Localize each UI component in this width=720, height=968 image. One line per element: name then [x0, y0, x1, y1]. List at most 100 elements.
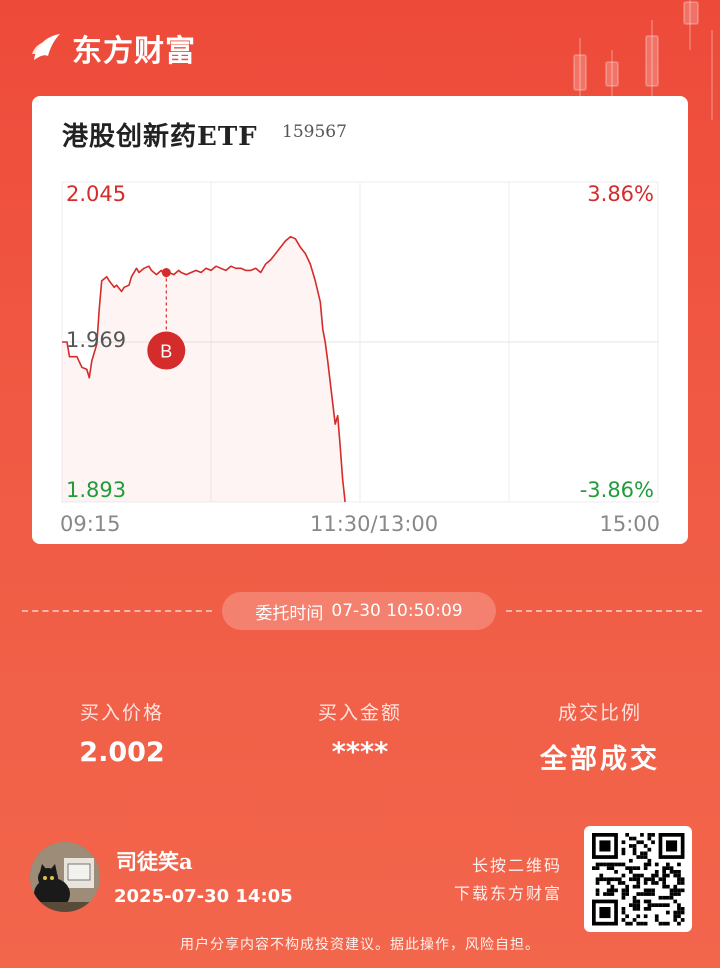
qr-module — [636, 892, 641, 896]
qr-module — [636, 884, 641, 889]
qr-module — [654, 918, 659, 922]
qr-module — [673, 910, 678, 915]
qr-module — [640, 851, 644, 856]
qr-module — [632, 851, 637, 856]
qr-module — [680, 910, 685, 915]
qr-module — [666, 862, 670, 867]
avatar[interactable] — [30, 842, 100, 912]
qr-tip-line2: 下载东方财富 — [453, 884, 562, 903]
qr-module — [614, 888, 618, 893]
qr-module — [647, 833, 652, 837]
qr-module — [662, 884, 666, 889]
buy-marker-label: B — [160, 342, 172, 362]
stock-chart-card[interactable]: B 港股创新药ETF 159567 2.045 1.969 1.893 3.86… — [32, 96, 688, 544]
qr-module — [629, 836, 633, 841]
qr-module — [621, 918, 626, 922]
qr-module — [621, 881, 626, 885]
qr-module — [647, 862, 652, 867]
qr-module — [643, 866, 648, 870]
qr-module — [640, 892, 644, 896]
qr-module — [636, 840, 641, 845]
qr-module — [662, 895, 666, 900]
qr-module — [677, 892, 681, 896]
qr-module — [606, 866, 611, 870]
qr-module — [595, 862, 600, 867]
qr-module — [662, 866, 666, 870]
qr-module — [621, 888, 626, 893]
qr-module — [617, 881, 622, 885]
qr-module — [643, 862, 648, 867]
qr-module — [662, 870, 666, 874]
qr-module — [629, 866, 633, 870]
qr-module — [606, 892, 611, 896]
qr-module — [632, 847, 637, 852]
qr-module — [662, 877, 666, 882]
qr-module — [680, 888, 685, 893]
order-time-value: 07-30 10:50:09 — [331, 601, 463, 621]
qr-module — [625, 884, 629, 889]
qr-finder-pattern — [599, 907, 611, 919]
download-qr-code[interactable] — [584, 826, 692, 932]
qr-module — [673, 899, 678, 904]
qr-module — [647, 877, 652, 882]
brand-logo: 东方财富 — [28, 26, 196, 70]
share-datetime: 2025-07-30 14:05 — [114, 886, 293, 907]
x-tick-midday: 11:30/13:00 — [310, 512, 439, 536]
qr-module — [654, 914, 659, 919]
qr-module — [595, 877, 600, 882]
qr-module — [636, 855, 641, 859]
qr-module — [632, 903, 637, 907]
qr-module — [651, 877, 655, 882]
qr-module — [666, 903, 670, 907]
buy-price-label: 买入价格 — [79, 702, 164, 724]
qr-module — [658, 903, 663, 907]
qr-module — [654, 862, 659, 867]
qr-module — [643, 851, 648, 856]
qr-module — [629, 903, 633, 907]
qr-module — [647, 903, 652, 907]
stock-code: 159567 — [282, 122, 347, 142]
qr-module — [643, 892, 648, 896]
qr-module — [636, 903, 641, 907]
qr-module — [640, 855, 644, 859]
qr-module — [658, 877, 663, 882]
qr-module — [625, 866, 629, 870]
qr-module — [643, 888, 648, 893]
qr-module — [662, 903, 666, 907]
qr-module — [669, 870, 674, 874]
qr-module — [647, 858, 652, 863]
order-time-label: 委托时间 — [255, 603, 324, 624]
qr-module — [640, 873, 644, 878]
qr-module — [629, 921, 633, 926]
qr-module — [621, 895, 626, 900]
qr-module — [610, 866, 615, 870]
qr-module — [621, 910, 626, 915]
fill-ratio-label: 成交比例 — [557, 702, 642, 724]
qr-module — [621, 847, 626, 852]
qr-module — [651, 873, 655, 878]
qr-module — [666, 910, 670, 915]
qr-code-icon — [592, 833, 685, 926]
qr-module — [677, 881, 681, 885]
qr-module — [677, 877, 681, 882]
qr-module — [629, 870, 633, 874]
qr-module — [647, 892, 652, 896]
qr-module — [643, 907, 648, 911]
qr-module — [677, 888, 681, 893]
qr-module — [651, 833, 655, 837]
qr-module — [673, 892, 678, 896]
qr-module — [621, 840, 626, 845]
qr-module — [636, 914, 641, 919]
qr-module — [647, 907, 652, 911]
qr-module — [632, 895, 637, 900]
qr-module — [614, 877, 618, 882]
avatar-cat-image — [30, 842, 100, 912]
qr-module — [680, 881, 685, 885]
qr-module — [636, 907, 641, 911]
qr-module — [595, 892, 600, 896]
qr-module — [632, 884, 637, 889]
qr-module — [643, 877, 648, 882]
qr-module — [625, 892, 629, 896]
brand-name: 东方财富 — [72, 34, 196, 69]
qr-module — [606, 888, 611, 893]
